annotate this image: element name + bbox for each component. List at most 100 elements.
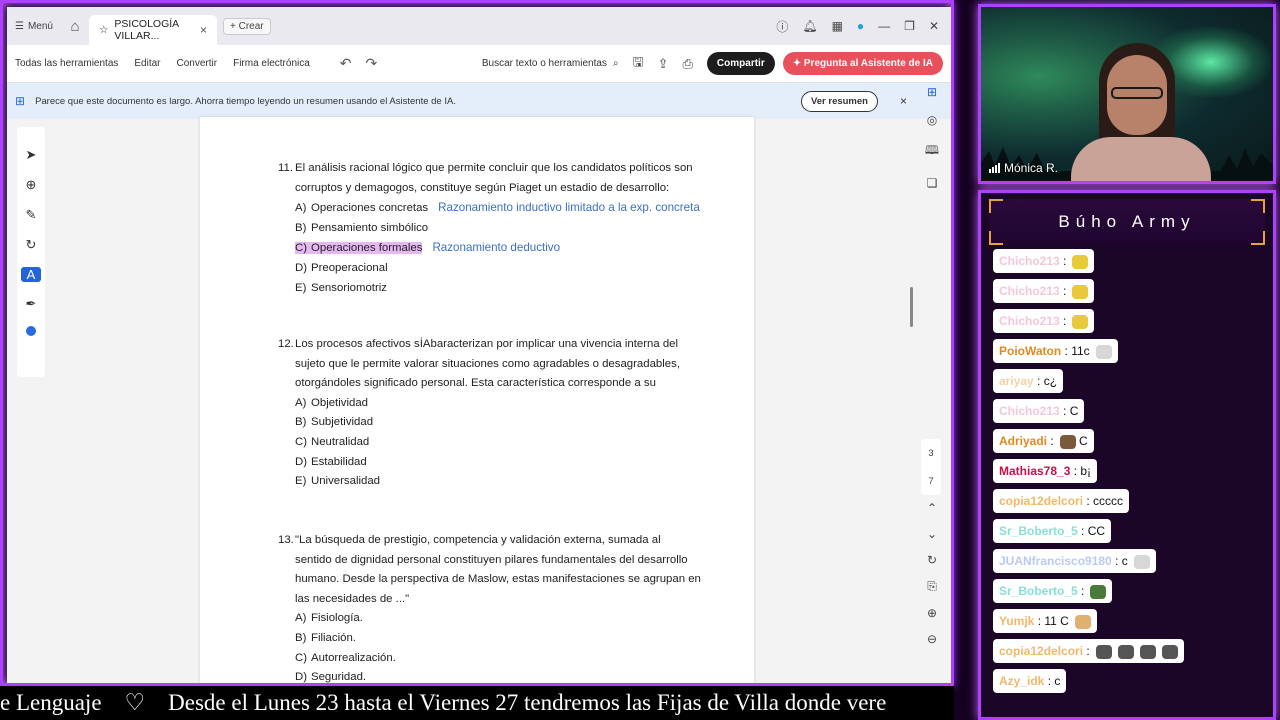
question-number: 11. [278,162,293,174]
zoom-out-icon[interactable]: ⊖ [927,632,937,646]
chat-username[interactable]: copia12delcori [999,644,1083,658]
menu-button[interactable]: ☰ Menú [7,21,61,32]
news-ticker: e Lenguaje ♡ Desde el Lunes 23 hasta el … [0,686,954,720]
menu-label: Menú [27,20,53,32]
apps-icon[interactable]: ▦ [832,19,843,33]
chat-messages: Chicho213 : Chicho213 : Chicho213 : PoioWat… [993,249,1263,699]
pen-icon[interactable]: ✎ [26,207,37,223]
emote-icon [1117,644,1134,659]
question-11: 11. El análisis racional lógico que permi… [278,159,700,298]
ai-panel-icon[interactable]: ⊞ [927,85,937,99]
option-c: C) Autorrealización. [278,649,701,669]
text-select-icon[interactable]: A [21,267,41,282]
chat-username[interactable]: Sr_Boberto_5 [999,524,1078,538]
option-text: Estabilidad [311,455,367,468]
document-tab[interactable]: ☆ PSICOLOGÍA VILLAR... × [88,15,217,45]
undo-icon[interactable]: ↶ [340,55,352,72]
emote-icon [1072,284,1089,299]
vertical-scrollbar[interactable] [910,287,913,327]
ai-assistant-button[interactable]: ✦ Pregunta al Asistente de IA [782,52,943,75]
chat-message-row: Chicho213 : [993,309,1263,339]
search-tools[interactable]: Buscar texto o herramientas ⌕ [482,58,619,69]
streamer-name: Mónica R. [1004,161,1059,175]
save-icon[interactable]: 🖫 [633,53,644,75]
option-letter: B) [295,221,307,234]
export-icon[interactable]: ⎘ [927,579,937,594]
view-summary-button[interactable]: Ver resumen [800,90,878,112]
bell-icon[interactable]: 🔔︎ [802,19,817,33]
close-banner-icon[interactable]: × [900,94,907,108]
chat-message: Chicho213 : [993,249,1095,273]
chat-message-row: Mathias78_3 : b¡ [993,459,1263,489]
profile-icon[interactable]: ● [857,19,864,33]
tab-bar: ☰ Menú ⌂ ☆ PSICOLOGÍA VILLAR... × + Crea… [7,7,951,45]
new-tab-label: Crear [238,20,264,32]
star-icon[interactable]: ☆ [99,24,108,36]
esign-menu[interactable]: Firma electrónica [233,58,310,69]
option-letter: E) [295,281,307,294]
option-text: Fisiología. [311,612,363,625]
chat-message-row: Azy_idk : c [993,669,1263,699]
question-text: "La búsqueda de prestigio, competencia y… [295,534,661,546]
chat-username[interactable]: copia12delcori [999,494,1083,508]
help-icon[interactable]: ⓘ [776,18,788,35]
chat-message: copia12delcori : ccccc [993,489,1130,513]
color-picker-icon[interactable] [26,326,36,336]
minimize-icon[interactable]: — [878,19,890,33]
print-icon[interactable]: ⎙ [683,56,693,72]
zoom-in-icon[interactable]: ⊕ [927,606,937,620]
lasso-icon[interactable]: ↻ [26,237,37,253]
page-controls: ⌃ ⌄ ↻ ⎘ ⊕ ⊖ [920,501,944,646]
page-up-icon[interactable]: ⌃ [927,501,937,515]
select-cursor-icon[interactable]: ➤ [26,147,37,163]
home-icon[interactable]: ⌂ [61,18,89,35]
chat-title: Búho Army [1058,212,1196,231]
chat-username[interactable]: JUANfrancisco9180 [999,554,1112,568]
chat-username[interactable]: Chicho213 [999,254,1060,268]
convert-menu[interactable]: Convertir [177,58,218,69]
option-letter: B) [295,416,307,429]
chat-username[interactable]: ariyay [999,374,1034,388]
search-icon[interactable]: ⌕ [613,58,619,69]
chat-username[interactable]: Mathias78_3 [999,464,1070,478]
option-d: D) Estabilidad [278,453,680,473]
edit-menu[interactable]: Editar [134,58,160,69]
current-page[interactable]: 3 [928,448,933,459]
maximize-icon[interactable]: ❐ [904,19,915,33]
stamp-icon[interactable]: ✒ [26,296,37,312]
chat-text: : [1059,284,1067,298]
close-tab-icon[interactable]: × [200,23,207,37]
chat-message-row: Chicho213 : C [993,399,1263,429]
chat-username[interactable]: Adriyadi [999,434,1047,448]
chat-username[interactable]: Sr_Boberto_5 [999,584,1078,598]
page-down-icon[interactable]: ⌄ [927,527,937,541]
pages-icon[interactable]: ❏ [927,176,938,190]
upload-icon[interactable]: ⇪ [658,56,669,72]
all-tools-menu[interactable]: Todas las herramientas [15,58,118,69]
option-a: A) Fisiología. [278,609,701,629]
chat-text: : [1047,434,1054,448]
zoom-comment-icon[interactable]: ⊕ [26,177,37,193]
rotate-icon[interactable]: ↻ [927,553,937,567]
comment-icon[interactable]: ◎ [927,113,937,127]
option-text: Seguridad. [311,671,367,683]
chat-username[interactable]: Chicho213 [999,284,1060,298]
option-letter: B) [295,631,307,644]
chat-username[interactable]: Yumjk [999,614,1034,628]
chat-message-row: PoioWaton : 11c [993,339,1263,369]
new-tab-button[interactable]: + Crear [222,17,271,35]
option-d: D) Seguridad. [278,668,701,683]
chat-username[interactable]: Chicho213 [999,404,1060,418]
option-text: Subjetividad [311,416,374,429]
chat-username[interactable]: Azy_idk [999,674,1044,688]
redo-icon[interactable]: ↷ [366,55,378,72]
close-window-icon[interactable]: ✕ [929,19,939,33]
bookmark-icon[interactable]: 🕮︎ [925,141,939,162]
banner-text: Parece que este documento es largo. Ahor… [35,95,456,107]
share-button[interactable]: Compartir [706,52,775,75]
streamer-glasses [1111,87,1163,99]
chat-text: : ccccc [1083,494,1124,508]
ai-assistant-icon: ⊞ [15,94,26,108]
chat-username[interactable]: PoioWaton [999,344,1061,358]
chat-username[interactable]: Chicho213 [999,314,1060,328]
